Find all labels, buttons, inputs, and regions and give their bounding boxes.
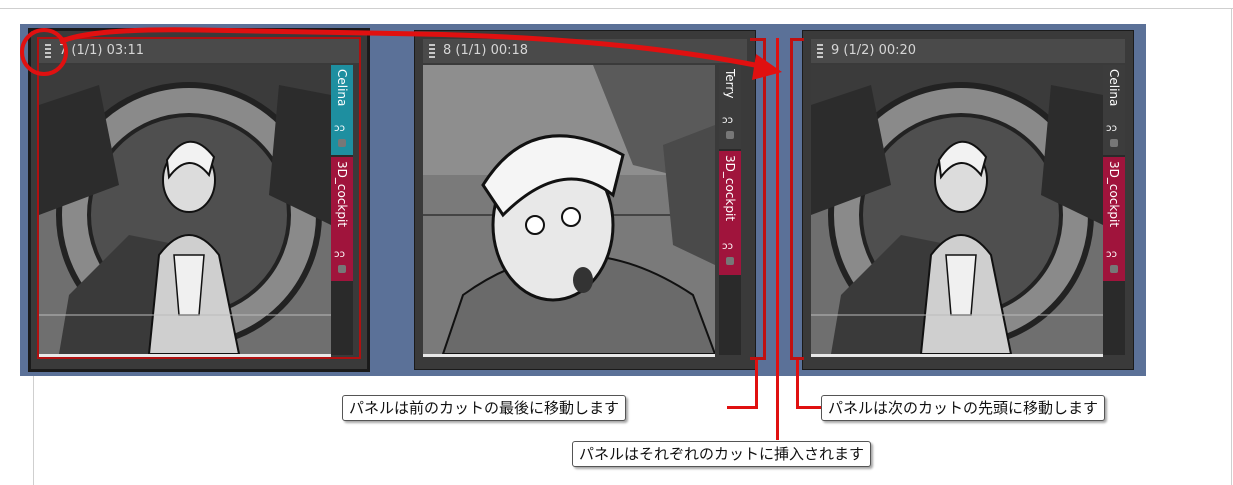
connector-line-left-h [727, 406, 758, 409]
callout-insert-each: パネルはそれぞれのカットに挿入されます [572, 441, 872, 467]
connector-line-right-h [796, 406, 822, 409]
connector-line-center [776, 360, 779, 440]
connector-line-right [796, 360, 799, 408]
callout-move-start-next: パネルは次のカットの先頭に移動します [821, 395, 1106, 421]
callout-move-end-prev: パネルは前のカットの最後に移動します [342, 395, 627, 421]
connector-line-left [755, 360, 758, 408]
